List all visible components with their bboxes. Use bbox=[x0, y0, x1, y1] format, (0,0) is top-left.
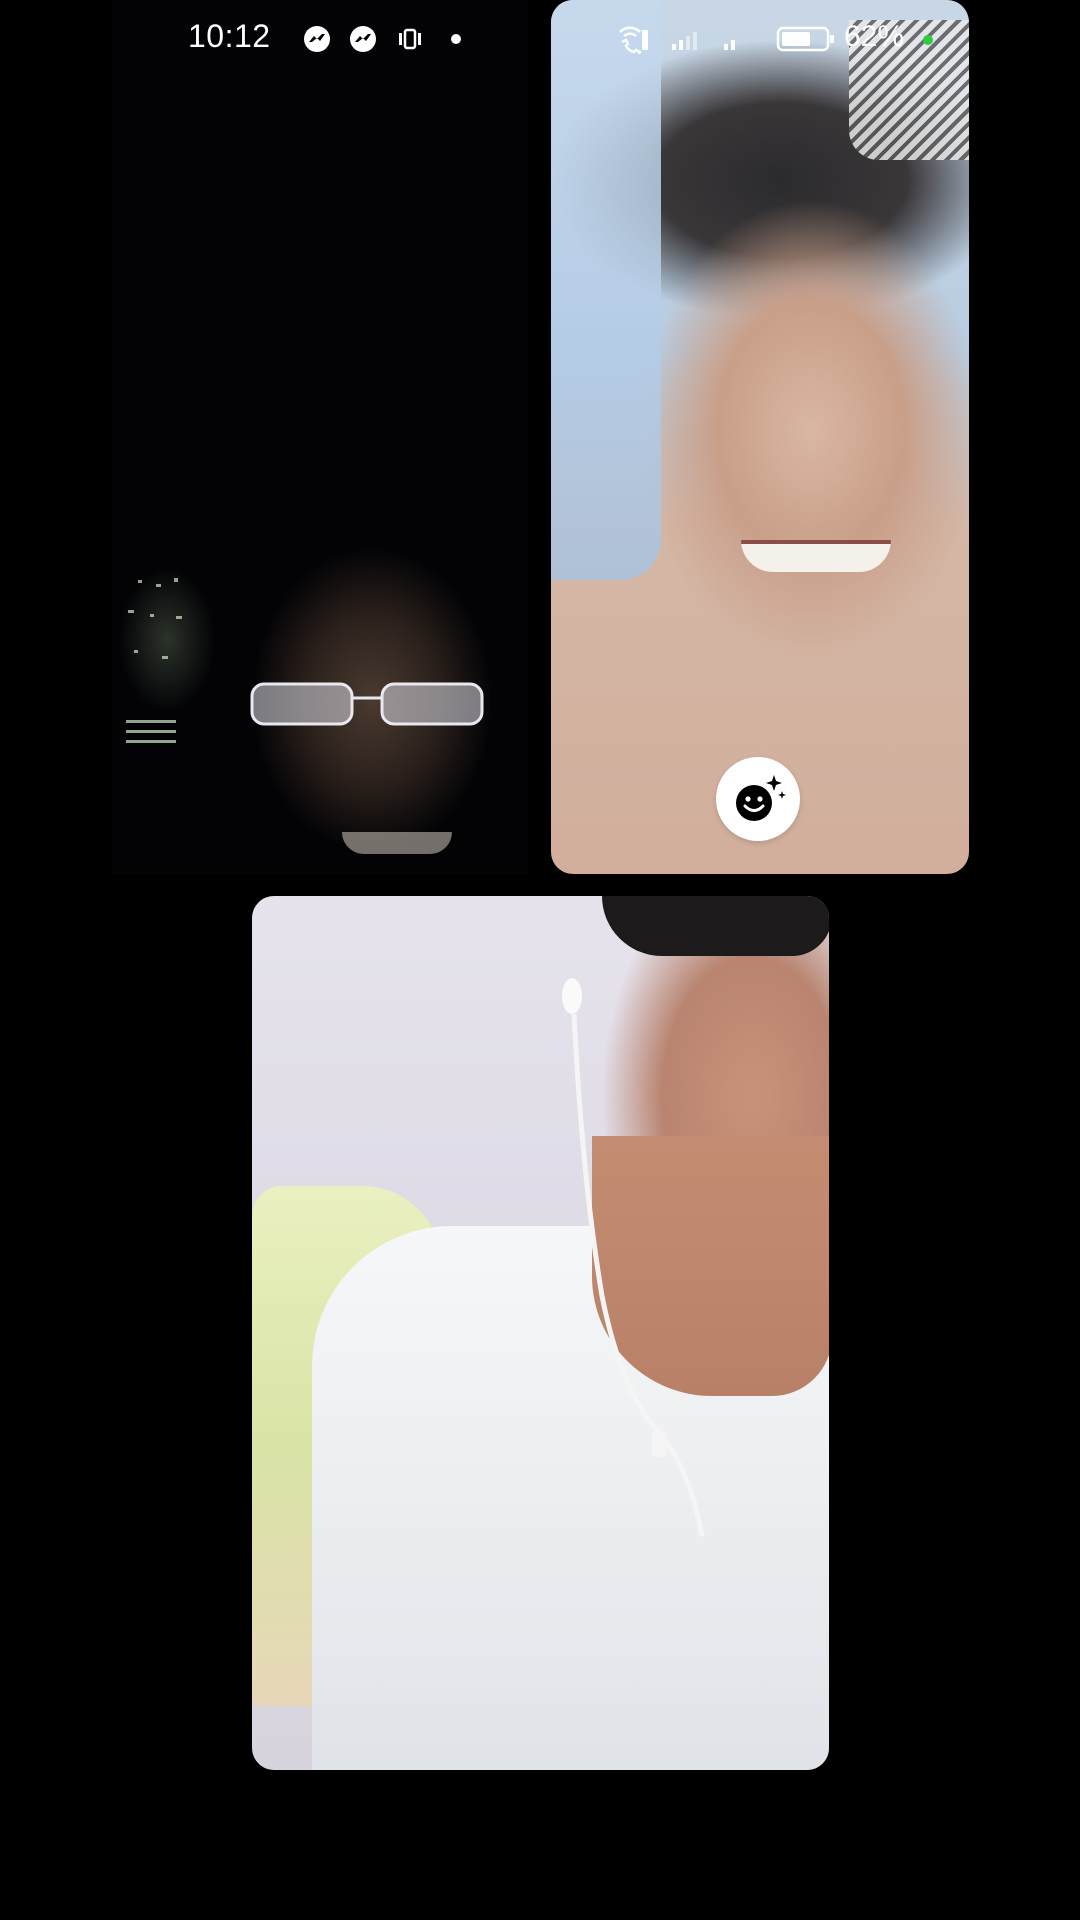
signal-icon bbox=[668, 24, 712, 54]
signal-icon bbox=[720, 24, 750, 54]
background-lights bbox=[126, 578, 182, 743]
glasses-reflection bbox=[250, 682, 484, 726]
smiley-sparkle-icon bbox=[736, 775, 786, 821]
wifi-calling-icon bbox=[616, 24, 648, 57]
battery-percent: 62% bbox=[844, 20, 905, 53]
status-time: 10:12 bbox=[188, 18, 271, 54]
background-pillow bbox=[551, 0, 661, 580]
status-bar: 10:12 62% bbox=[0, 0, 1080, 80]
participant-smile bbox=[342, 832, 452, 854]
participant-video-bottom[interactable] bbox=[252, 896, 829, 1770]
earphone-cable bbox=[562, 978, 705, 1537]
participant-smile bbox=[741, 540, 891, 572]
charging-indicator bbox=[923, 35, 933, 45]
participant-hair bbox=[602, 896, 829, 956]
messenger-icon bbox=[348, 24, 378, 54]
battery-icon bbox=[776, 24, 836, 54]
notification-dot-icon bbox=[443, 24, 473, 54]
effects-button[interactable] bbox=[716, 757, 800, 841]
messenger-icon bbox=[302, 24, 332, 54]
participant-video-top-left[interactable] bbox=[112, 0, 528, 874]
vibrate-icon bbox=[395, 24, 425, 54]
participant-video-top-right[interactable] bbox=[551, 0, 969, 874]
